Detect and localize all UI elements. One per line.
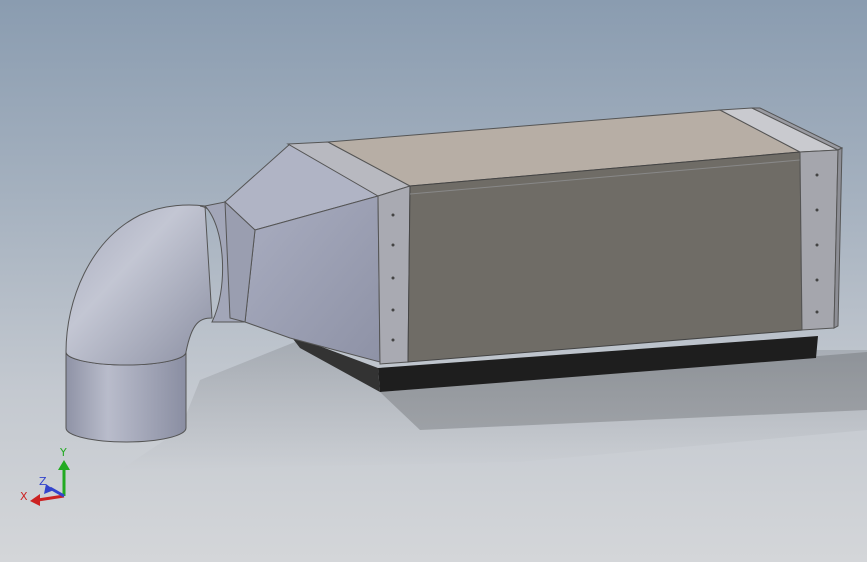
y-axis-arrow [58, 460, 70, 496]
axis-triad: Y Z X [20, 446, 70, 506]
y-axis-label: Y [59, 446, 67, 459]
box-side-panel [407, 151, 803, 363]
z-axis-label: Z [39, 475, 47, 488]
cad-model-view[interactable]: Y Z X [0, 0, 867, 562]
z-axis-arrow [44, 484, 65, 498]
x-axis-arrow [30, 494, 65, 506]
x-axis-label: X [20, 490, 28, 503]
graphics-viewport[interactable]: Y Z X [0, 0, 867, 562]
elbow-fitting [65, 204, 229, 366]
